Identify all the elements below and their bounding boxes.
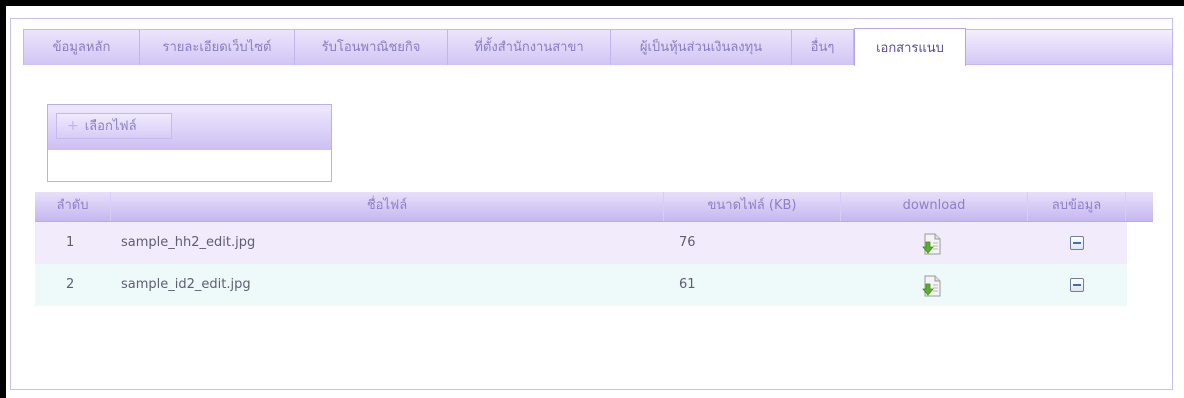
window-frame-top	[0, 0, 1184, 6]
row-filename: sample_hh2_edit.jpg	[121, 235, 256, 250]
download-file-icon[interactable]	[922, 275, 942, 297]
tab-partners-investment[interactable]: ผู้เป็นหุ้นส่วนเงินลงทุน	[611, 30, 792, 65]
tab-attachments[interactable]: เอกสารแนบ	[854, 28, 966, 66]
header-size: ขนาดไฟล์ (KB)	[664, 192, 841, 221]
table-header: ลำดับ ชื่อไฟล์ ขนาดไฟล์ (KB) download ลบ…	[35, 192, 1153, 222]
minus-icon[interactable]	[1070, 278, 1084, 292]
tab-bar: ข้อมูลหลัก รายละเอียดเว็บไซต์ รับโอนพาณิ…	[23, 28, 1173, 66]
row-size: 61	[679, 277, 696, 292]
tab-others[interactable]: อื่นๆ	[792, 30, 854, 65]
window-frame-left	[0, 0, 6, 398]
table-row: 2 sample_id2_edit.jpg 61	[35, 264, 1127, 306]
file-uploader: + เลือกไฟล์	[47, 104, 332, 182]
attachments-table: ลำดับ ชื่อไฟล์ ขนาดไฟล์ (KB) download ลบ…	[35, 192, 1153, 306]
row-filename: sample_id2_edit.jpg	[121, 277, 251, 292]
select-file-button[interactable]: + เลือกไฟล์	[56, 113, 172, 139]
row-index: 2	[66, 277, 75, 292]
tab-commerce-transfer[interactable]: รับโอนพาณิชยกิจ	[295, 30, 448, 65]
header-download: download	[841, 192, 1028, 221]
plus-icon: +	[67, 118, 79, 134]
header-index: ลำดับ	[35, 192, 111, 221]
tab-branch-office[interactable]: ที่ตั้งสำนักงานสาขา	[448, 30, 611, 65]
download-file-icon[interactable]	[922, 233, 942, 255]
tab-website-details[interactable]: รายละเอียดเว็บไซต์	[140, 30, 295, 65]
uploader-header: + เลือกไฟล์	[48, 105, 331, 150]
select-file-label: เลือกไฟล์	[84, 119, 137, 134]
table-row: 1 sample_hh2_edit.jpg 76	[35, 222, 1127, 264]
minus-icon[interactable]	[1070, 236, 1084, 250]
attachments-panel: ข้อมูลหลัก รายละเอียดเว็บไซต์ รับโอนพาณิ…	[10, 18, 1173, 390]
header-delete: ลบข้อมูล	[1028, 192, 1126, 221]
tab-main-info[interactable]: ข้อมูลหลัก	[24, 30, 140, 65]
header-filename: ชื่อไฟล์	[111, 192, 664, 221]
row-index: 1	[66, 235, 75, 250]
row-size: 76	[679, 235, 696, 250]
